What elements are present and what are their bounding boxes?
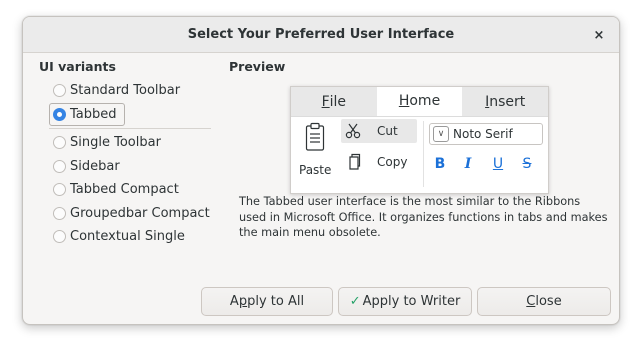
radio-label: Tabbed Compact	[70, 182, 179, 198]
apply-all-post: ply to All	[247, 294, 305, 309]
clipboard-icon	[305, 122, 325, 152]
tab-label-rest: ome	[409, 93, 441, 109]
titlebar: Select Your Preferred User Interface ×	[23, 17, 619, 53]
apply-writer-label: Apply to Writer	[362, 294, 461, 309]
radio-button[interactable]	[53, 159, 66, 173]
radio-button-checked[interactable]	[53, 107, 66, 121]
close-label-rest: lose	[535, 294, 562, 309]
ui-description: The Tabbed user interface is the most si…	[239, 195, 608, 239]
strikethrough-icon: S	[522, 156, 532, 172]
italic-icon: I	[464, 156, 472, 172]
apply-all-pre: A	[229, 294, 239, 309]
tab-label-rest: nsert	[489, 93, 526, 110]
radio-groupedbar-compact[interactable]: Groupedbar Compact	[53, 202, 217, 226]
close-icon[interactable]: ×	[589, 25, 609, 45]
variants-heading: UI variants	[39, 59, 116, 74]
radio-label: Sidebar	[70, 158, 120, 174]
preview-image: File Home Insert Paste Cut Copy ∨ Noto S…	[290, 86, 549, 194]
preview-tab-home: Home	[376, 87, 463, 116]
mnemonic-letter: F	[321, 93, 330, 110]
radio-label: Contextual Single	[70, 229, 185, 245]
radio-button[interactable]	[53, 206, 66, 220]
preview-tab-file: File	[291, 87, 377, 116]
radio-button[interactable]	[53, 84, 66, 98]
copy-icon	[347, 153, 361, 171]
close-button[interactable]: Close	[477, 287, 611, 316]
radio-contextual-single[interactable]: Contextual Single	[53, 225, 217, 249]
radio-sidebar[interactable]: Sidebar	[53, 155, 217, 179]
copy-label: Copy	[377, 155, 408, 169]
preview-tabs: File Home Insert	[291, 87, 548, 117]
preview-ribbon: Paste Cut Copy ∨ Noto Serif B I U S	[291, 117, 548, 194]
button-row: Ap ply to All ✓ Apply to Writer Close	[201, 287, 611, 316]
cut-label: Cut	[377, 124, 398, 138]
radio-label: Standard Toolbar	[70, 83, 181, 99]
underline-icon: U	[492, 156, 504, 172]
radio-label: Single Toolbar	[70, 135, 161, 151]
font-name: Noto Serif	[453, 127, 513, 141]
mnemonic-letter: H	[398, 93, 410, 109]
apply-to-all-button[interactable]: Ap ply to All	[201, 287, 333, 316]
radio-single-toolbar[interactable]: Single Toolbar	[53, 131, 217, 155]
radio-tabbed-compact[interactable]: Tabbed Compact	[53, 178, 217, 202]
ribbon-separator	[423, 121, 424, 187]
scissors-icon	[345, 123, 361, 139]
variants-separator	[49, 128, 211, 129]
check-icon: ✓	[349, 294, 361, 309]
preview-tab-insert: Insert	[462, 87, 548, 116]
apply-to-writer-button[interactable]: ✓ Apply to Writer	[338, 287, 472, 316]
radio-label: Groupedbar Compact	[70, 205, 210, 221]
radio-button[interactable]	[53, 136, 66, 150]
chevron-down-icon: ∨	[433, 126, 449, 142]
radio-tabbed[interactable]: Tabbed	[49, 102, 125, 126]
dialog-title: Select Your Preferred User Interface	[187, 27, 455, 42]
tab-label-rest: ile	[329, 93, 347, 110]
mnemonic-letter: p	[238, 294, 248, 309]
radio-standard-toolbar[interactable]: Standard Toolbar	[53, 79, 217, 103]
mnemonic-letter: C	[526, 294, 536, 309]
bold-icon: B	[434, 156, 446, 172]
variants-list: Standard Toolbar Tabbed Single Toolbar S…	[49, 79, 217, 249]
radio-button[interactable]	[53, 183, 66, 197]
preview-heading: Preview	[229, 59, 286, 74]
paste-label: Paste	[299, 163, 332, 177]
radio-label: Tabbed	[70, 106, 117, 122]
font-name-box: ∨ Noto Serif	[429, 123, 543, 145]
radio-button[interactable]	[53, 230, 66, 244]
ui-select-dialog: Select Your Preferred User Interface × U…	[22, 16, 620, 325]
